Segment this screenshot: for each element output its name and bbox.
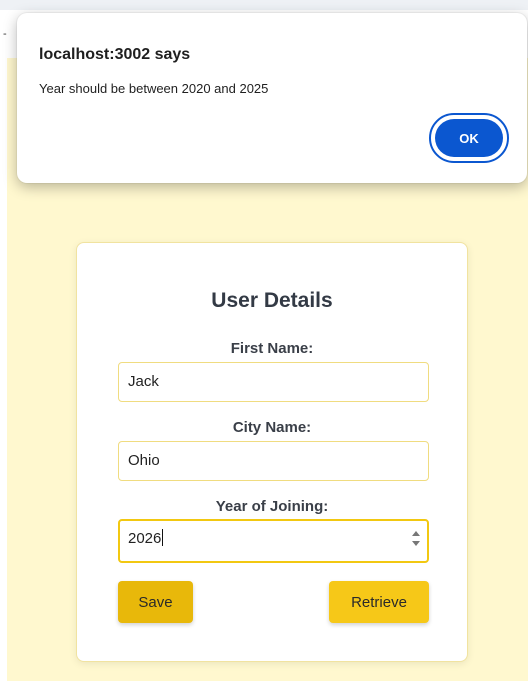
city-name-label: City Name: [232, 419, 312, 436]
year-of-joining-value: 2026 [128, 530, 162, 547]
first-name-label: First Name: [230, 340, 314, 357]
first-name-value: Jack [128, 373, 159, 390]
alert-message: Year should be between 2020 and 2025 [39, 81, 269, 96]
save-button[interactable]: Save [118, 581, 193, 623]
user-details-card: User Details First Name: Jack City Name:… [76, 242, 468, 662]
alert-dialog: localhost:3002 says Year should be betwe… [17, 13, 527, 183]
ok-focus-ring: OK [429, 113, 509, 163]
alert-title: localhost:3002 says [39, 46, 191, 63]
city-name-input[interactable]: Ohio [118, 441, 429, 481]
year-of-joining-input[interactable]: 2026 [118, 519, 429, 563]
spin-down-icon[interactable] [412, 541, 420, 546]
number-spinner[interactable] [411, 529, 421, 551]
year-of-joining-label: Year of Joining: [215, 498, 329, 515]
text-caret [162, 529, 164, 546]
browser-top-strip [0, 0, 528, 10]
first-name-input[interactable]: Jack [118, 362, 429, 402]
spin-up-icon[interactable] [412, 531, 420, 536]
city-name-value: Ohio [128, 452, 160, 469]
retrieve-button[interactable]: Retrieve [329, 581, 429, 623]
page-title: User Details [211, 289, 333, 312]
ok-button[interactable]: OK [435, 119, 503, 157]
page-edge-mark: - [3, 28, 7, 40]
